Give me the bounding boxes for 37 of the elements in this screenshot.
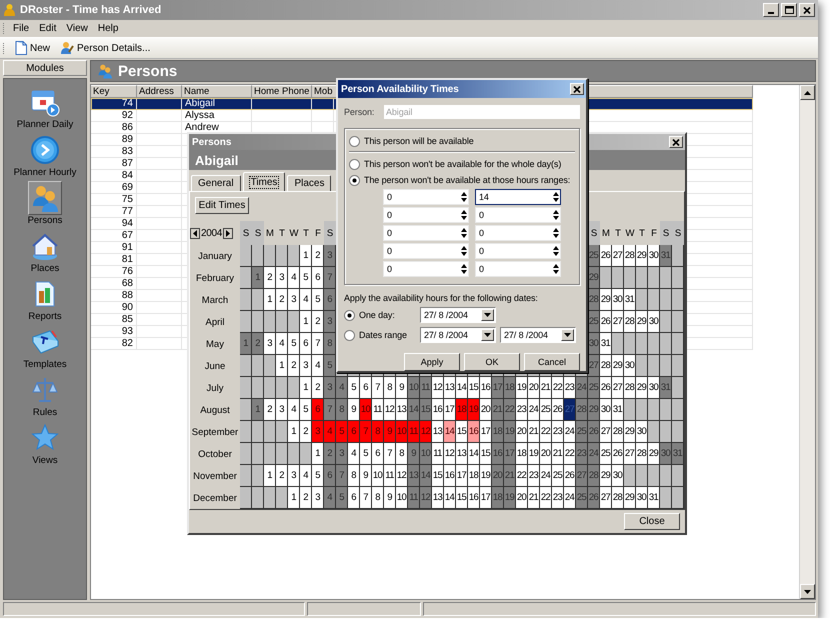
table-cell: 68: [91, 278, 137, 290]
table-cell: 92: [91, 110, 137, 122]
table-cell: 76: [91, 266, 137, 278]
table-cell: 90: [91, 302, 137, 314]
year-label: 2004: [201, 228, 222, 238]
weekday-label: S: [324, 221, 336, 245]
dialog-title: Persons: [192, 136, 232, 148]
table-cell: 91: [91, 242, 137, 254]
table-cell: 67: [91, 230, 137, 242]
instruction-text: Apply the availability hours for the following dates:: [344, 293, 539, 305]
table-cell: 84: [91, 170, 137, 182]
dialog-title: Person Availability Times: [341, 84, 459, 94]
table-cell: 94: [91, 218, 137, 230]
table-cell: Abigail: [182, 98, 252, 110]
panel-header: Modules: [3, 60, 87, 76]
table-cell: 75: [91, 194, 137, 206]
table-cell: Alyssa: [182, 110, 252, 122]
table-cell: 83: [91, 146, 137, 158]
table-cell: 88: [91, 290, 137, 302]
table-cell: 81: [91, 254, 137, 266]
window-title: DRoster - Time has Arrived: [20, 4, 162, 16]
table-cell: 93: [91, 326, 137, 338]
field-label: Person:: [344, 107, 376, 117]
weekday-label: S: [588, 221, 600, 245]
weekday-label: S: [240, 221, 252, 245]
table-cell: 82: [91, 338, 137, 350]
weekday-label: S: [660, 221, 672, 245]
weekday-label: S: [252, 221, 264, 245]
table-cell: 69: [91, 182, 137, 194]
table-cell: 86: [91, 122, 137, 134]
panel-title: Persons: [118, 62, 178, 80]
table-cell: 77: [91, 206, 137, 218]
table-cell: 85: [91, 314, 137, 326]
table-cell: 74: [91, 98, 137, 110]
table-cell: 87: [91, 158, 137, 170]
table-cell: 89: [91, 134, 137, 146]
weekday-label: S: [672, 221, 684, 245]
